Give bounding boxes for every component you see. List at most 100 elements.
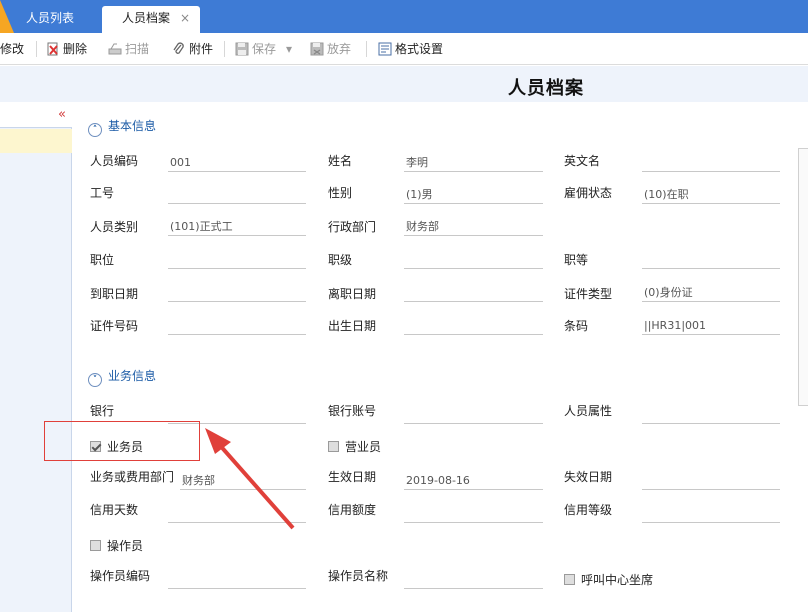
tab-bar-accent: [0, 0, 14, 33]
scan-button-label: 扫描: [125, 42, 150, 56]
format-settings-button-label: 格式设置: [395, 42, 444, 56]
tab-person-file[interactable]: 人员档案 ×: [102, 6, 200, 33]
section-basic-info[interactable]: ˄ 基本信息: [88, 117, 156, 137]
rank-label: 职级: [328, 253, 353, 267]
save-button[interactable]: 保存: [235, 40, 276, 58]
id-type-label: 证件类型: [564, 287, 613, 301]
gender-label: 性别: [328, 186, 353, 200]
cost-dept-label: 业务或费用部门: [90, 470, 175, 484]
call-center-label: 呼叫中心坐席: [581, 573, 654, 587]
scan-icon: [108, 43, 122, 55]
scan-button[interactable]: 扫描: [108, 40, 149, 58]
credit-level-field[interactable]: [642, 503, 780, 523]
paperclip-icon: [173, 42, 184, 54]
toolbar-divider: [36, 41, 37, 57]
barcode-label: 条码: [564, 319, 589, 333]
expire-date-field[interactable]: [642, 470, 780, 490]
checkbox-icon: [328, 441, 339, 452]
id-no-field[interactable]: [168, 315, 306, 335]
discard-button-label: 放弃: [327, 42, 352, 56]
format-settings-button[interactable]: 格式设置: [378, 40, 443, 58]
dept-field[interactable]: 财务部: [404, 216, 543, 236]
section-business-info[interactable]: ˅ 业务信息: [88, 367, 156, 387]
section-business-title: 业务信息: [108, 369, 157, 383]
toolbar-divider: [366, 41, 367, 57]
collapse-icon[interactable]: «: [58, 107, 66, 122]
clerk-checkbox[interactable]: 营业员: [328, 438, 381, 455]
barcode-field[interactable]: ||HR31|001: [642, 315, 780, 335]
expire-date-label: 失效日期: [564, 470, 613, 484]
delete-icon: [47, 42, 58, 56]
id-type-field[interactable]: (0)身份证: [642, 282, 780, 302]
credit-limit-label: 信用额度: [328, 503, 377, 517]
dept-label: 行政部门: [328, 220, 377, 234]
hire-date-label: 到职日期: [90, 287, 139, 301]
emp-status-field[interactable]: (10)在职: [642, 184, 780, 204]
gender-field[interactable]: (1)男: [404, 184, 543, 204]
job-no-label: 工号: [90, 186, 115, 200]
tab-bar: 人员列表 人员档案 ×: [0, 0, 808, 33]
leave-date-label: 离职日期: [328, 287, 377, 301]
hire-date-field[interactable]: [168, 282, 306, 302]
close-icon[interactable]: ×: [180, 6, 190, 30]
tab-person-list[interactable]: 人员列表: [18, 6, 82, 33]
operator-checkbox[interactable]: 操作员: [90, 537, 143, 554]
floppy-icon: [235, 42, 249, 56]
credit-days-label: 信用天数: [90, 503, 139, 517]
operator-name-field[interactable]: [404, 569, 543, 589]
left-panel: «: [0, 102, 72, 612]
expand-section-icon: ˅: [88, 373, 102, 387]
right-scroll-strip[interactable]: [798, 148, 808, 406]
id-no-label: 证件号码: [90, 319, 139, 333]
grade-field[interactable]: [642, 249, 780, 269]
rank-field[interactable]: [404, 249, 543, 269]
eng-name-label: 英文名: [564, 154, 601, 168]
tab-person-file-label: 人员档案: [122, 11, 171, 25]
eng-name-field[interactable]: [642, 152, 780, 172]
chevron-down-icon: ▾: [286, 42, 293, 56]
clerk-label: 营业员: [345, 440, 382, 454]
title-band: 人员档案: [0, 66, 808, 102]
position-field[interactable]: [168, 249, 306, 269]
operator-code-label: 操作员编码: [90, 569, 151, 583]
attribute-field[interactable]: [642, 404, 780, 424]
operator-code-field[interactable]: [168, 569, 306, 589]
left-panel-selected-row[interactable]: [0, 129, 72, 153]
edit-button-label: 修改: [0, 42, 25, 56]
effective-date-field[interactable]: 2019-08-16: [404, 470, 543, 490]
leave-date-field[interactable]: [404, 282, 543, 302]
operator-name-label: 操作员名称: [328, 569, 389, 583]
delete-button-label: 删除: [63, 42, 88, 56]
effective-date-label: 生效日期: [328, 470, 377, 484]
birth-date-field[interactable]: [404, 315, 543, 335]
emp-code-field[interactable]: 001: [168, 152, 306, 172]
name-label: 姓名: [328, 154, 353, 168]
emp-code-label: 人员编码: [90, 154, 139, 168]
delete-button[interactable]: 删除: [46, 40, 87, 58]
bank-account-label: 银行账号: [328, 404, 377, 418]
toolbar: 修改 删除 扫描 附件 保存 ▾ 放弃 格式设置: [0, 33, 808, 65]
emp-type-field[interactable]: (101)正式工: [168, 216, 306, 236]
operator-label: 操作员: [107, 539, 144, 553]
edit-button[interactable]: 修改: [0, 40, 24, 58]
emp-status-label: 雇佣状态: [564, 186, 613, 200]
checkbox-icon: [564, 574, 575, 585]
bank-account-field[interactable]: [404, 404, 543, 424]
grade-label: 职等: [564, 253, 589, 267]
credit-limit-field[interactable]: [404, 503, 543, 523]
position-label: 职位: [90, 253, 115, 267]
save-dropdown-button[interactable]: ▾: [286, 40, 292, 58]
bank-label: 银行: [90, 404, 115, 418]
toolbar-divider: [224, 41, 225, 57]
attribute-label: 人员属性: [564, 404, 613, 418]
collapse-section-icon: ˄: [88, 123, 102, 137]
annotation-arrow-icon: [205, 428, 295, 530]
name-field[interactable]: 李明: [404, 152, 543, 172]
left-panel-header: «: [0, 102, 72, 128]
discard-button[interactable]: 放弃: [310, 40, 351, 58]
attach-button[interactable]: 附件: [172, 40, 213, 58]
job-no-field[interactable]: [168, 184, 306, 204]
call-center-checkbox[interactable]: 呼叫中心坐席: [564, 571, 653, 588]
birth-date-label: 出生日期: [328, 319, 377, 333]
emp-type-label: 人员类别: [90, 220, 139, 234]
